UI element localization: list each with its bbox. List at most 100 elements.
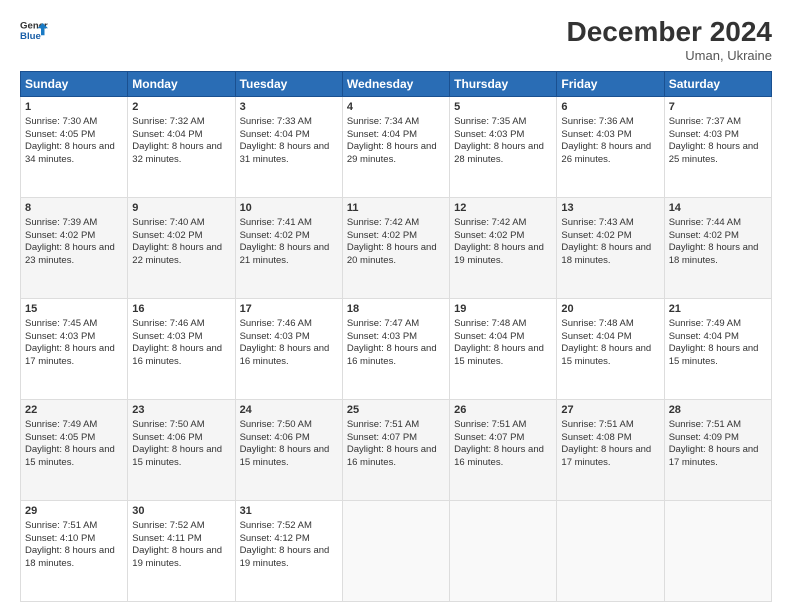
day-number: 30 <box>132 504 230 519</box>
table-row: 19 Sunrise: 7:48 AM Sunset: 4:04 PM Dayl… <box>450 299 557 400</box>
sunrise-label: Sunrise: 7:51 AM <box>561 419 633 430</box>
table-row: 22 Sunrise: 7:49 AM Sunset: 4:05 PM Dayl… <box>21 400 128 501</box>
sunset-label: Sunset: 4:03 PM <box>454 129 524 140</box>
day-number: 27 <box>561 403 659 418</box>
day-number: 16 <box>132 302 230 317</box>
day-number: 1 <box>25 100 123 115</box>
daylight-label: Daylight: 8 hours and 17 minutes. <box>25 343 115 367</box>
table-row: 30 Sunrise: 7:52 AM Sunset: 4:11 PM Dayl… <box>128 501 235 602</box>
table-row: 3 Sunrise: 7:33 AM Sunset: 4:04 PM Dayli… <box>235 97 342 198</box>
sunrise-label: Sunrise: 7:52 AM <box>132 520 204 531</box>
table-row: 10 Sunrise: 7:41 AM Sunset: 4:02 PM Dayl… <box>235 198 342 299</box>
daylight-label: Daylight: 8 hours and 16 minutes. <box>347 343 437 367</box>
day-number: 29 <box>25 504 123 519</box>
sunset-label: Sunset: 4:06 PM <box>132 432 202 443</box>
table-row: 8 Sunrise: 7:39 AM Sunset: 4:02 PM Dayli… <box>21 198 128 299</box>
sunrise-label: Sunrise: 7:48 AM <box>561 318 633 329</box>
sunset-label: Sunset: 4:04 PM <box>454 331 524 342</box>
table-row: 20 Sunrise: 7:48 AM Sunset: 4:04 PM Dayl… <box>557 299 664 400</box>
col-tuesday: Tuesday <box>235 72 342 97</box>
calendar-week-row: 29 Sunrise: 7:51 AM Sunset: 4:10 PM Dayl… <box>21 501 772 602</box>
day-number: 17 <box>240 302 338 317</box>
sunset-label: Sunset: 4:03 PM <box>25 331 95 342</box>
table-row: 23 Sunrise: 7:50 AM Sunset: 4:06 PM Dayl… <box>128 400 235 501</box>
table-row: 7 Sunrise: 7:37 AM Sunset: 4:03 PM Dayli… <box>664 97 771 198</box>
daylight-label: Daylight: 8 hours and 18 minutes. <box>25 545 115 569</box>
day-number: 23 <box>132 403 230 418</box>
daylight-label: Daylight: 8 hours and 25 minutes. <box>669 141 759 165</box>
daylight-label: Daylight: 8 hours and 15 minutes. <box>240 444 330 468</box>
daylight-label: Daylight: 8 hours and 23 minutes. <box>25 242 115 266</box>
table-row: 31 Sunrise: 7:52 AM Sunset: 4:12 PM Dayl… <box>235 501 342 602</box>
day-number: 25 <box>347 403 445 418</box>
svg-text:Blue: Blue <box>20 31 41 42</box>
table-row: 13 Sunrise: 7:43 AM Sunset: 4:02 PM Dayl… <box>557 198 664 299</box>
logo-icon: General Blue <box>20 16 48 44</box>
day-number: 21 <box>669 302 767 317</box>
daylight-label: Daylight: 8 hours and 15 minutes. <box>132 444 222 468</box>
table-row: 27 Sunrise: 7:51 AM Sunset: 4:08 PM Dayl… <box>557 400 664 501</box>
daylight-label: Daylight: 8 hours and 16 minutes. <box>132 343 222 367</box>
table-row <box>450 501 557 602</box>
sunset-label: Sunset: 4:04 PM <box>240 129 310 140</box>
daylight-label: Daylight: 8 hours and 26 minutes. <box>561 141 651 165</box>
sunrise-label: Sunrise: 7:48 AM <box>454 318 526 329</box>
sunrise-label: Sunrise: 7:39 AM <box>25 217 97 228</box>
table-row: 24 Sunrise: 7:50 AM Sunset: 4:06 PM Dayl… <box>235 400 342 501</box>
table-row: 21 Sunrise: 7:49 AM Sunset: 4:04 PM Dayl… <box>664 299 771 400</box>
day-number: 19 <box>454 302 552 317</box>
sunrise-label: Sunrise: 7:51 AM <box>347 419 419 430</box>
daylight-label: Daylight: 8 hours and 16 minutes. <box>347 444 437 468</box>
day-number: 12 <box>454 201 552 216</box>
table-row <box>557 501 664 602</box>
table-row: 6 Sunrise: 7:36 AM Sunset: 4:03 PM Dayli… <box>557 97 664 198</box>
col-saturday: Saturday <box>664 72 771 97</box>
table-row: 4 Sunrise: 7:34 AM Sunset: 4:04 PM Dayli… <box>342 97 449 198</box>
sunset-label: Sunset: 4:03 PM <box>132 331 202 342</box>
daylight-label: Daylight: 8 hours and 18 minutes. <box>669 242 759 266</box>
daylight-label: Daylight: 8 hours and 32 minutes. <box>132 141 222 165</box>
calendar-week-row: 8 Sunrise: 7:39 AM Sunset: 4:02 PM Dayli… <box>21 198 772 299</box>
sunset-label: Sunset: 4:02 PM <box>25 230 95 241</box>
sunset-label: Sunset: 4:02 PM <box>561 230 631 241</box>
day-number: 24 <box>240 403 338 418</box>
table-row: 9 Sunrise: 7:40 AM Sunset: 4:02 PM Dayli… <box>128 198 235 299</box>
sunrise-label: Sunrise: 7:51 AM <box>669 419 741 430</box>
calendar-header-row: Sunday Monday Tuesday Wednesday Thursday… <box>21 72 772 97</box>
daylight-label: Daylight: 8 hours and 19 minutes. <box>454 242 544 266</box>
table-row <box>342 501 449 602</box>
table-row: 12 Sunrise: 7:42 AM Sunset: 4:02 PM Dayl… <box>450 198 557 299</box>
sunset-label: Sunset: 4:02 PM <box>240 230 310 241</box>
col-sunday: Sunday <box>21 72 128 97</box>
sunrise-label: Sunrise: 7:36 AM <box>561 116 633 127</box>
table-row: 28 Sunrise: 7:51 AM Sunset: 4:09 PM Dayl… <box>664 400 771 501</box>
sunset-label: Sunset: 4:02 PM <box>347 230 417 241</box>
sunset-label: Sunset: 4:03 PM <box>669 129 739 140</box>
daylight-label: Daylight: 8 hours and 17 minutes. <box>669 444 759 468</box>
day-number: 3 <box>240 100 338 115</box>
sunset-label: Sunset: 4:07 PM <box>454 432 524 443</box>
col-thursday: Thursday <box>450 72 557 97</box>
day-number: 7 <box>669 100 767 115</box>
sunset-label: Sunset: 4:10 PM <box>25 533 95 544</box>
day-number: 20 <box>561 302 659 317</box>
sunset-label: Sunset: 4:04 PM <box>347 129 417 140</box>
day-number: 22 <box>25 403 123 418</box>
daylight-label: Daylight: 8 hours and 19 minutes. <box>132 545 222 569</box>
sunset-label: Sunset: 4:05 PM <box>25 129 95 140</box>
sunset-label: Sunset: 4:08 PM <box>561 432 631 443</box>
day-number: 28 <box>669 403 767 418</box>
table-row: 17 Sunrise: 7:46 AM Sunset: 4:03 PM Dayl… <box>235 299 342 400</box>
sunrise-label: Sunrise: 7:40 AM <box>132 217 204 228</box>
title-block: December 2024 Uman, Ukraine <box>567 16 772 63</box>
sunrise-label: Sunrise: 7:51 AM <box>454 419 526 430</box>
day-number: 6 <box>561 100 659 115</box>
sunrise-label: Sunrise: 7:43 AM <box>561 217 633 228</box>
day-number: 31 <box>240 504 338 519</box>
day-number: 10 <box>240 201 338 216</box>
logo: General Blue <box>20 16 48 44</box>
daylight-label: Daylight: 8 hours and 15 minutes. <box>561 343 651 367</box>
sunrise-label: Sunrise: 7:47 AM <box>347 318 419 329</box>
daylight-label: Daylight: 8 hours and 20 minutes. <box>347 242 437 266</box>
col-wednesday: Wednesday <box>342 72 449 97</box>
